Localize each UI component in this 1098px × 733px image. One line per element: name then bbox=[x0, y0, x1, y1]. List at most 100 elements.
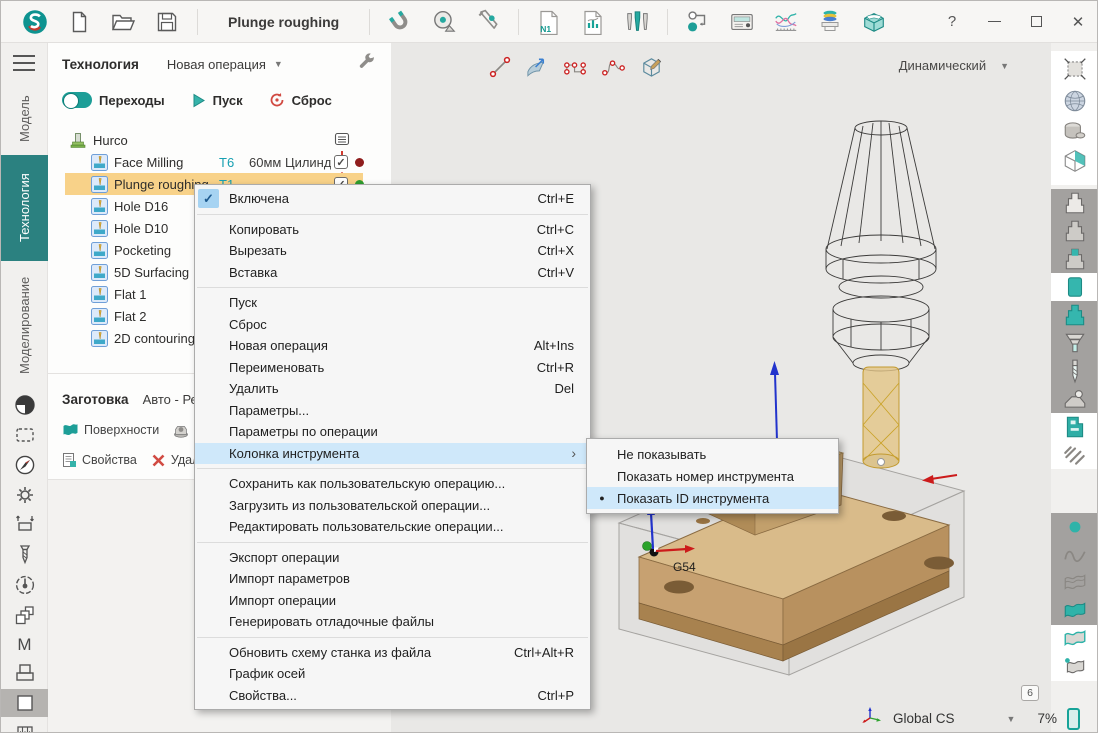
main-menu-icon[interactable] bbox=[13, 55, 35, 71]
help-button[interactable]: ? bbox=[937, 8, 967, 36]
menu-item[interactable]: ВырезатьCtrl+X bbox=[195, 240, 590, 262]
view-mode-dropdown[interactable]: Динамический▼ bbox=[899, 58, 1009, 73]
process-flow-button[interactable] bbox=[685, 9, 711, 35]
show-curves-button[interactable] bbox=[1051, 541, 1098, 569]
show-machine-button[interactable] bbox=[1051, 413, 1098, 441]
show-drill-button[interactable] bbox=[1051, 357, 1098, 385]
show-scratches-button[interactable] bbox=[1051, 441, 1098, 469]
submenu-item[interactable]: Показать номер инструмента bbox=[587, 465, 838, 487]
show-machine-bed-button[interactable] bbox=[1051, 385, 1098, 413]
menu-item[interactable]: График осей bbox=[195, 663, 590, 685]
show-holder-shaded-button[interactable] bbox=[1051, 217, 1098, 245]
axes-graph-button[interactable] bbox=[773, 9, 799, 35]
show-full-tool-button[interactable] bbox=[1051, 301, 1098, 329]
tool-column-header-icon[interactable] bbox=[334, 131, 351, 151]
show-wireframe-surfaces-button[interactable] bbox=[1051, 569, 1098, 597]
selection-marquee-icon[interactable] bbox=[1, 421, 48, 449]
maximize-button[interactable] bbox=[1021, 8, 1051, 36]
show-marked-faces-button[interactable] bbox=[1051, 653, 1098, 681]
draw-polyline-button[interactable] bbox=[563, 54, 588, 79]
chevron-down-icon[interactable]: ▼ bbox=[274, 59, 283, 69]
new-operation-dropdown[interactable]: Новая операция bbox=[167, 57, 266, 72]
shaded-solid-button[interactable] bbox=[1051, 117, 1098, 145]
draw-spline-button[interactable] bbox=[601, 54, 626, 79]
macro-icon[interactable]: M bbox=[1, 631, 48, 659]
draw-surface-button[interactable] bbox=[525, 54, 550, 79]
minimize-button[interactable] bbox=[979, 8, 1009, 36]
layers-icon[interactable] bbox=[1, 601, 48, 629]
menu-item[interactable]: Параметры... bbox=[195, 400, 590, 422]
menu-item[interactable]: Импорт параметров bbox=[195, 568, 590, 590]
menu-item[interactable]: Новая операцияAlt+Ins bbox=[195, 335, 590, 357]
menu-item[interactable]: КопироватьCtrl+C bbox=[195, 219, 590, 241]
cabinet-icon[interactable] bbox=[1, 721, 48, 733]
measure-tape-button[interactable] bbox=[431, 9, 457, 35]
postprocess-button[interactable] bbox=[817, 9, 843, 35]
render-mode-icon[interactable] bbox=[1, 391, 48, 419]
shaded-sphere-button[interactable] bbox=[1051, 87, 1098, 115]
show-cutting-part-button[interactable] bbox=[1051, 273, 1098, 301]
zoom-window-button[interactable] bbox=[1051, 55, 1098, 83]
wrench-icon[interactable] bbox=[357, 52, 377, 77]
settings-gear-icon[interactable] bbox=[1, 481, 48, 509]
menu-item[interactable]: Свойства...Ctrl+P bbox=[195, 685, 590, 707]
menu-item[interactable]: Загрузить из пользовательской операции..… bbox=[195, 495, 590, 517]
chevron-down-icon[interactable]: ▼ bbox=[1007, 714, 1016, 724]
menu-item[interactable]: ВставкаCtrl+V bbox=[195, 262, 590, 284]
draw-line-button[interactable] bbox=[487, 54, 512, 79]
machine-part-icon[interactable] bbox=[1, 659, 48, 687]
tool-icon[interactable] bbox=[1, 541, 48, 569]
simulation-button[interactable] bbox=[861, 9, 887, 35]
show-tool-in-holder-button[interactable] bbox=[1051, 245, 1098, 273]
new-file-button[interactable] bbox=[66, 9, 92, 35]
machine-row[interactable]: Hurco bbox=[48, 129, 391, 151]
tab-model[interactable]: Модель bbox=[1, 83, 48, 155]
operation-row[interactable]: Face MillingT660мм Цилиндр✓ bbox=[48, 151, 391, 173]
properties-button[interactable]: Свойства bbox=[62, 452, 137, 468]
show-stepped-tool-button[interactable] bbox=[1051, 329, 1098, 357]
menu-item[interactable]: Параметры по операции bbox=[195, 421, 590, 443]
open-file-button[interactable] bbox=[110, 9, 136, 35]
navigation-compass-icon[interactable] bbox=[1, 451, 48, 479]
tool-library-button[interactable] bbox=[624, 9, 650, 35]
statistics-button[interactable] bbox=[580, 9, 606, 35]
edit-model-button[interactable] bbox=[639, 54, 664, 79]
menu-item[interactable]: Сохранить как пользовательскую операцию.… bbox=[195, 473, 590, 495]
menu-item[interactable]: Обновить схему станка из файлаCtrl+Alt+R bbox=[195, 642, 590, 664]
tab-technology[interactable]: Технология bbox=[1, 155, 48, 261]
submenu-item[interactable]: ●Показать ID инструмента bbox=[587, 487, 838, 509]
coordinate-system-dropdown[interactable]: Global CS bbox=[893, 711, 955, 726]
workspace-square-icon[interactable] bbox=[1, 689, 48, 717]
menu-item[interactable]: ✓ВключенаCtrl+E bbox=[195, 188, 590, 210]
gauge-icon[interactable] bbox=[1, 571, 48, 599]
show-holder-outline-button[interactable] bbox=[1051, 189, 1098, 217]
show-faces-button[interactable] bbox=[1051, 625, 1098, 653]
transitions-toggle[interactable]: Переходы bbox=[62, 92, 165, 108]
menu-item[interactable]: Пуск bbox=[195, 292, 590, 314]
operation-checkbox[interactable]: ✓ bbox=[334, 155, 348, 169]
surfaces-button[interactable]: Поверхности bbox=[62, 423, 159, 438]
show-points-button[interactable] bbox=[1051, 513, 1098, 541]
menu-item[interactable]: ПереименоватьCtrl+R bbox=[195, 357, 590, 379]
run-button[interactable]: Пуск bbox=[191, 93, 243, 108]
close-button[interactable]: ✕ bbox=[1063, 8, 1093, 36]
menu-item[interactable]: Экспорт операции bbox=[195, 547, 590, 569]
save-button[interactable] bbox=[154, 9, 180, 35]
reset-button[interactable]: Сброс bbox=[269, 92, 332, 108]
tab-modeling[interactable]: Моделирование bbox=[1, 263, 48, 387]
nc-program-button[interactable]: N1 bbox=[536, 9, 562, 35]
toggle-on-icon[interactable] bbox=[62, 92, 92, 108]
menu-item[interactable]: Генерировать отладочные файлы bbox=[195, 611, 590, 633]
workpiece-setup-icon[interactable] bbox=[1, 511, 48, 539]
menu-item[interactable]: Импорт операции bbox=[195, 590, 590, 612]
menu-item[interactable]: УдалитьDel bbox=[195, 378, 590, 400]
submenu-item[interactable]: Не показывать bbox=[587, 443, 838, 465]
caliper-button[interactable] bbox=[475, 9, 501, 35]
wireframe-view-button[interactable] bbox=[1051, 147, 1098, 175]
menu-item[interactable]: Редактировать пользовательские операции.… bbox=[195, 516, 590, 538]
calculator-button[interactable] bbox=[729, 9, 755, 35]
show-surfaces-button[interactable] bbox=[1051, 597, 1098, 625]
snap-magnet-button[interactable] bbox=[387, 9, 413, 35]
menu-item[interactable]: Колонка инструмента› bbox=[195, 443, 590, 465]
menu-item[interactable]: Сброс bbox=[195, 314, 590, 336]
